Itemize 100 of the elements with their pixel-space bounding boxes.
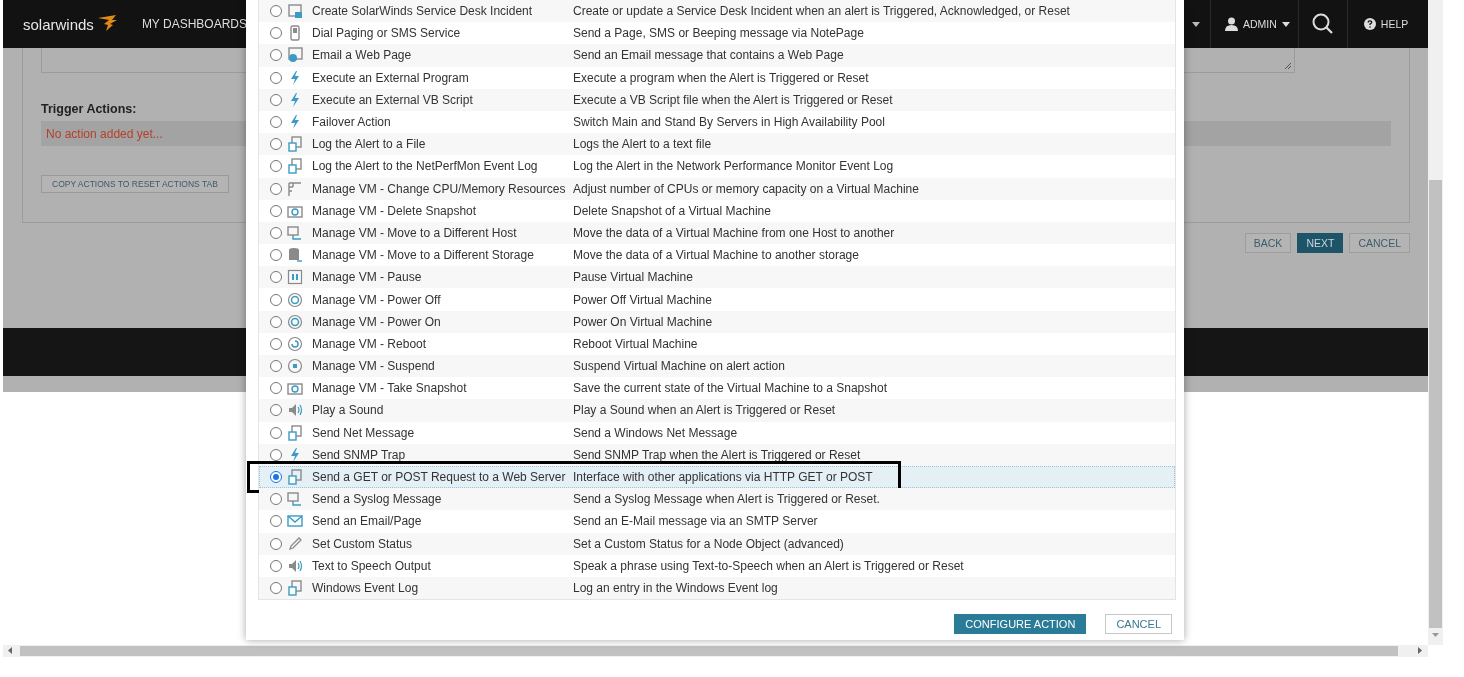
action-description: Logs the Alert to a text file (573, 137, 713, 152)
action-name: Send SNMP Trap (312, 447, 407, 462)
dialog-button[interactable]: CANCEL (1105, 614, 1172, 635)
radio-button[interactable] (270, 382, 282, 395)
action-description: Interface with other applications via HTTP GET or POST (573, 470, 874, 485)
radio-button[interactable] (270, 581, 282, 594)
action-row[interactable]: Send a Syslog Message Send a Syslog Message when Alert is Triggered or Reset. (259, 488, 1175, 511)
radio-button[interactable] (270, 116, 282, 129)
action-row[interactable]: Text to Speech Output Speak a phrase using Text-to-Speech when an Alert is Triggered or Reset (259, 554, 1175, 577)
action-name: Log the Alert to the NetPerfMon Event Log (312, 159, 539, 174)
action-row[interactable]: Log the Alert to a File Logs the Alert to a text file (259, 133, 1175, 156)
action-row[interactable]: Manage VM - Suspend Suspend Virtual Machine on alert action (259, 355, 1175, 378)
wizard-button[interactable]: BACK (1244, 233, 1292, 253)
camera-icon (287, 380, 303, 397)
scroll-left-arrow-icon[interactable] (7, 647, 12, 654)
action-description: Execute a VB Script file when the Alert is Triggered or Reset (573, 92, 894, 107)
action-description: Pause Virtual Machine (573, 270, 694, 285)
action-name: Manage VM - Power On (312, 314, 442, 329)
radio-button[interactable] (270, 204, 282, 217)
action-row[interactable]: Manage VM - Move to a Different Host Move the data of a Virtual Machine from one Host to another (259, 221, 1175, 245)
radio-button[interactable] (270, 49, 282, 62)
vertical-scrollbar[interactable] (1428, 0, 1443, 645)
action-name: Set Custom Status (312, 536, 414, 551)
radio-button[interactable] (270, 271, 282, 284)
copy-actions-button[interactable]: COPY ACTIONS TO RESET ACTIONS TAB (41, 175, 229, 193)
radio-button[interactable] (270, 160, 282, 173)
radio-button[interactable] (270, 249, 282, 262)
nav-menu-item[interactable]: MY DASHBOARDS (137, 13, 251, 35)
action-row[interactable]: Set Custom Status Set a Custom Status for a Node Object (advanced) (259, 532, 1175, 555)
wizard-button[interactable]: NEXT (1297, 233, 1344, 253)
action-row[interactable]: Execute an External VB Script Execute a VB Script file when the Alert is Triggered or Reset (259, 88, 1175, 111)
action-row[interactable]: Dial Paging or SMS Service Send a Page, SMS or Beeping message via NotePage (259, 22, 1175, 45)
action-row[interactable]: Manage VM - Delete Snapshot Delete Snapshot of a Virtual Machine (259, 199, 1175, 222)
action-name: Text to Speech Output (312, 558, 432, 573)
radio-button[interactable] (270, 404, 282, 417)
radio-button[interactable] (270, 493, 282, 506)
action-row[interactable]: Manage VM - Take Snapshot Save the current state of the Virtual Machine to a Snapshot (259, 377, 1175, 400)
action-description: Send SNMP Trap when the Alert is Triggered or Reset (573, 447, 862, 462)
pencil-icon (287, 535, 303, 552)
action-name: Email a Web Page (312, 48, 413, 63)
globe-icon (287, 47, 303, 64)
radio-button[interactable] (270, 559, 282, 572)
radio-button[interactable] (270, 315, 282, 328)
radio-button[interactable] (270, 93, 282, 106)
radio-button[interactable] (270, 293, 282, 306)
radio-button[interactable] (270, 448, 282, 461)
action-row[interactable]: Send Net Message Send a Windows Net Message (259, 421, 1175, 444)
action-row[interactable]: Send an Email/Page Send an E-Mail message via an SMTP Server (259, 510, 1175, 533)
monitor-icon (287, 491, 303, 508)
user-menu[interactable]: ADMIN (1223, 15, 1292, 33)
radio-button[interactable] (270, 71, 282, 84)
action-row[interactable]: Play a Sound Play a Sound when an Alert is Triggered or Reset (259, 399, 1175, 422)
radio-button[interactable] (270, 182, 282, 195)
action-name: Failover Action (312, 115, 392, 130)
action-name: Manage VM - Change CPU/Memory Resources (312, 181, 567, 196)
action-row[interactable]: Create SolarWinds Service Desk Incident Create or update a Service Desk Incident when an alert is Triggered, Acknowledged, or Reset (259, 0, 1175, 23)
action-row[interactable]: Manage VM - Power Off Power Off Virtual Machine (259, 288, 1175, 311)
radio-button[interactable] (270, 426, 282, 439)
action-name: Manage VM - Suspend (312, 359, 436, 374)
radio-button[interactable] (270, 5, 282, 18)
radio-button[interactable] (270, 138, 282, 151)
action-row[interactable]: Manage VM - Move to a Different Storage Move the data of a Virtual Machine to another storage (259, 244, 1175, 267)
action-description: Move the data of a Virtual Machine to another storage (573, 248, 860, 263)
action-name: Execute an External Program (312, 70, 470, 85)
action-row[interactable]: Execute an External Program Execute a program when the Alert is Triggered or Reset (259, 66, 1175, 89)
action-row[interactable]: Email a Web Page Send an Email message that contains a Web Page (259, 44, 1175, 67)
dialog-button[interactable]: CONFIGURE ACTION (954, 614, 1087, 635)
action-description: Save the current state of the Virtual Machine to a Snapshot (573, 381, 888, 396)
scroll-right-arrow-icon[interactable] (1418, 647, 1423, 654)
action-description: Delete Snapshot of a Virtual Machine (573, 203, 772, 218)
help-button[interactable]: HELP (1361, 16, 1411, 32)
wizard-button[interactable]: CANCEL (1349, 233, 1410, 253)
scroll-down-arrow-icon[interactable] (1432, 633, 1439, 638)
search-icon[interactable] (1311, 13, 1334, 35)
action-description: Send a Page, SMS or Beeping message via NotePage (573, 26, 865, 41)
action-row[interactable]: Failover Action Switch Main and Stand By Servers in High Availability Pool (259, 110, 1175, 134)
action-description: Log an entry in the Windows Event log (573, 580, 779, 595)
action-name: Manage VM - Move to a Different Host (312, 225, 518, 240)
radio-button[interactable] (270, 515, 282, 528)
radio-button[interactable] (270, 337, 282, 350)
phone-icon (287, 25, 303, 42)
radio-button[interactable] (270, 471, 282, 484)
action-row[interactable]: Manage VM - Reboot Reboot Virtual Machine (259, 332, 1175, 355)
action-row[interactable]: Log the Alert to the NetPerfMon Event Log Log the Alert in the Network Performance Monitor Event Log (259, 155, 1175, 178)
action-row[interactable]: Manage VM - Pause Pause Virtual Machine (259, 266, 1175, 289)
radio-button[interactable] (270, 226, 282, 239)
horizontal-scrollbar[interactable] (3, 645, 1428, 657)
power-icon (287, 313, 303, 330)
radio-button[interactable] (270, 27, 282, 40)
caret-icon (1281, 21, 1290, 27)
action-row[interactable]: Manage VM - Change CPU/Memory Resources Adjust number of CPUs or memory capacity on a Virtual Machine (259, 177, 1175, 200)
document-icon (287, 158, 303, 175)
action-description: Power On Virtual Machine (573, 314, 714, 329)
radio-button[interactable] (270, 537, 282, 550)
action-row[interactable]: Manage VM - Power On Power On Virtual Machine (259, 310, 1175, 333)
action-name: Execute an External VB Script (312, 92, 474, 107)
envelope-icon (287, 513, 303, 530)
reboot-icon (287, 335, 303, 352)
action-row[interactable]: Windows Event Log Log an entry in the Windows Event log (259, 576, 1175, 600)
radio-button[interactable] (270, 360, 282, 373)
